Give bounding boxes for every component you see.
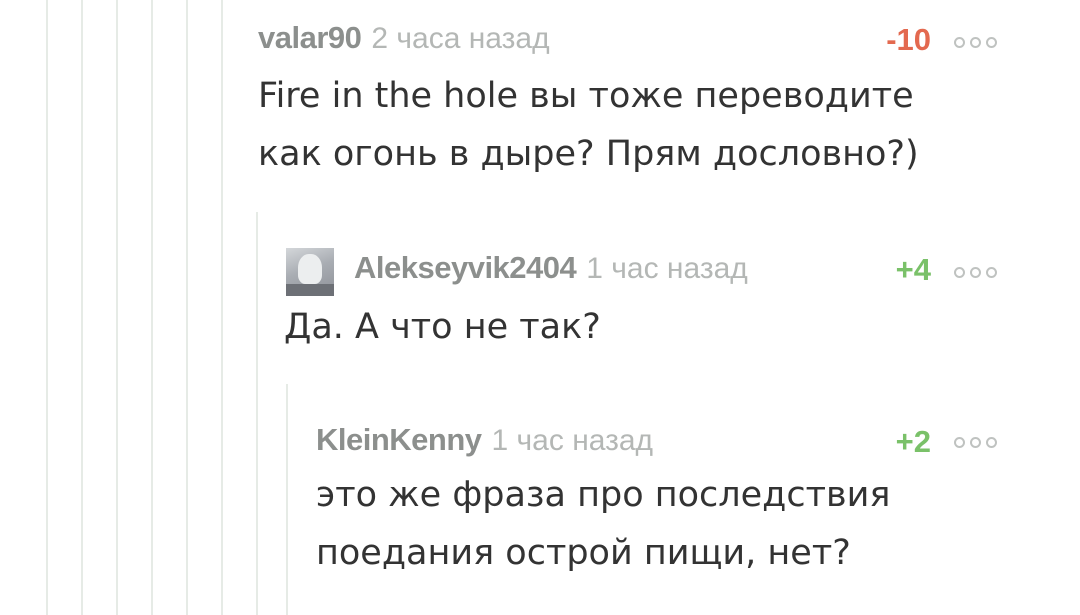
comment-time[interactable]: 1 час назад [586, 252, 748, 286]
comment: Alekseyvik2404 1 час назад +4 Да. А что … [284, 240, 1058, 380]
comment: KleinKenny 1 час назад +2 это же фраза п… [316, 410, 1058, 610]
thread-line[interactable] [186, 0, 188, 615]
user-avatar[interactable] [286, 248, 334, 296]
comment-body-line: Да. А что не так? [284, 307, 601, 347]
thread-line[interactable] [116, 0, 118, 615]
comment-body-line: это же фраза про последствия [316, 475, 891, 515]
comment-author[interactable]: KleinKenny [316, 422, 482, 458]
comment-author[interactable]: valar90 [258, 20, 362, 56]
comment-time[interactable]: 1 час назад [492, 424, 654, 458]
comment-body: Fire in the hole вы тоже переводите как … [258, 67, 919, 183]
dot [954, 267, 965, 278]
comment-body-line: Fire in the hole вы тоже переводите [258, 76, 914, 116]
comment-body: Да. А что не так? [284, 298, 601, 356]
thread-line[interactable] [151, 0, 153, 615]
dot [954, 37, 965, 48]
comment-rating: +4 [895, 252, 931, 287]
thread-line[interactable] [256, 212, 258, 615]
comment-author[interactable]: Alekseyvik2404 [354, 250, 577, 286]
dot [970, 37, 981, 48]
dot [986, 267, 997, 278]
dot [986, 37, 997, 48]
comment-header: KleinKenny 1 час назад [316, 422, 653, 458]
thread-line[interactable] [46, 0, 48, 615]
thread-line[interactable] [221, 0, 223, 615]
dot [986, 437, 997, 448]
dot [970, 437, 981, 448]
comment-time[interactable]: 2 часа назад [371, 22, 549, 56]
thread-line[interactable] [81, 0, 83, 615]
comment-header: Alekseyvik2404 1 час назад [354, 250, 748, 286]
dot [970, 267, 981, 278]
more-options-icon[interactable] [954, 37, 997, 48]
dot [954, 437, 965, 448]
more-options-icon[interactable] [954, 267, 997, 278]
comment: valar90 2 часа назад -10 Fire in the hol… [258, 0, 1058, 200]
comment-header: valar90 2 часа назад [258, 20, 550, 56]
comment-body: это же фраза про последствия поедания ос… [316, 466, 890, 582]
comment-rating: -10 [886, 22, 931, 57]
comment-body-line: как огонь в дыре? Прям дословно?) [258, 134, 919, 174]
thread-line[interactable] [286, 384, 288, 615]
comment-rating: +2 [895, 424, 931, 459]
more-options-icon[interactable] [954, 437, 997, 448]
comment-body-line: поедания острой пищи, нет? [316, 533, 851, 573]
